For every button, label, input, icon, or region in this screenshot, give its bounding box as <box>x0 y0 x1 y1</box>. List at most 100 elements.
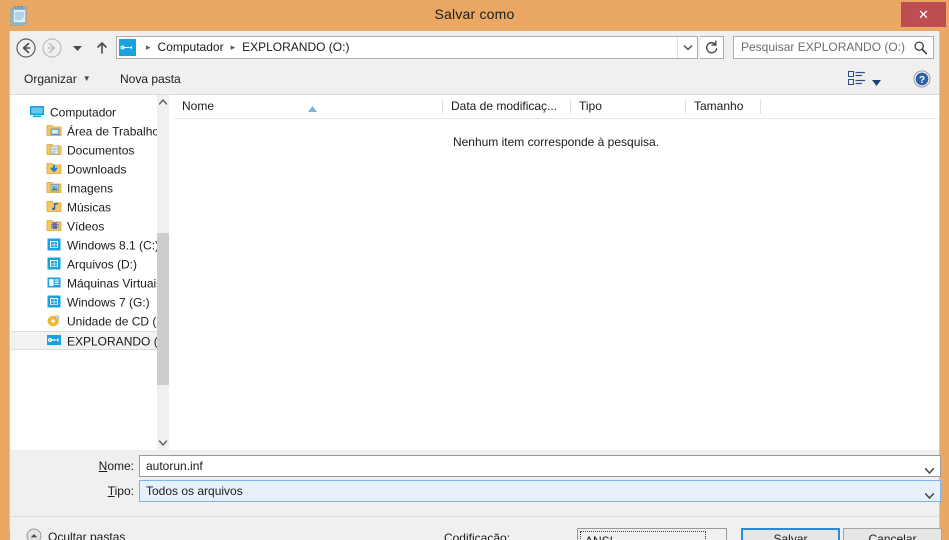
view-options-chevron-down-icon[interactable] <box>872 75 881 86</box>
file-type-value: Todos os arquivos <box>146 484 243 498</box>
scroll-down-icon[interactable] <box>157 436 169 450</box>
navigation-bar: ▸ Computador ▸ EXPLORANDO (O:) Pesquisar EX… <box>10 31 939 64</box>
videos-icon <box>46 217 62 233</box>
navigation-pane-scrollbar[interactable] <box>157 95 169 450</box>
sidebar-item-label: Arquivos (D:) <box>67 257 138 272</box>
drive-icon <box>46 293 62 309</box>
desktop-folder-icon <box>46 122 62 138</box>
window-title: Salvar como <box>434 6 515 22</box>
dialog-button-bar: Ocultar pastas Codificação: ANSI Salvar … <box>10 516 942 540</box>
chevron-down-icon[interactable] <box>711 536 720 540</box>
drive-icon <box>46 236 62 252</box>
documents-icon <box>46 141 62 157</box>
encoding-select[interactable]: ANSI <box>577 528 727 540</box>
cancel-button[interactable]: Cancelar <box>843 528 942 540</box>
list-view-icon[interactable] <box>848 71 866 87</box>
refresh-button[interactable] <box>700 36 724 59</box>
column-divider[interactable] <box>760 99 761 114</box>
breadcrumb-item-computador[interactable]: Computador <box>156 40 226 54</box>
sidebar-item-documentos[interactable]: Documentos <box>11 141 159 160</box>
sidebar-item-windows-81-c[interactable]: Windows 8.1 (C:) <box>11 236 159 255</box>
forward-icon <box>41 37 63 59</box>
sort-ascending-icon <box>308 97 317 112</box>
column-header-label: Data de modificaç... <box>451 99 558 113</box>
file-type-select[interactable]: Todos os arquivos <box>139 480 941 502</box>
back-icon[interactable] <box>15 37 37 59</box>
drive-icon <box>46 255 62 271</box>
file-name-input[interactable]: autorun.inf <box>139 455 941 477</box>
sidebar-item-windows-7-g[interactable]: Windows 7 (G:) <box>11 293 159 312</box>
sidebar-item-label: Músicas <box>67 200 112 215</box>
sidebar-item-imagens[interactable]: Imagens <box>11 179 159 198</box>
sidebar-item-computador[interactable]: Computador <box>11 103 159 122</box>
address-dropdown-icon[interactable] <box>677 37 697 58</box>
breadcrumb-item-explorando[interactable]: EXPLORANDO (O:) <box>240 40 351 54</box>
sidebar-item-label: Unidade de CD (H <box>67 314 166 329</box>
search-input[interactable]: Pesquisar EXPLORANDO (O:) <box>741 37 905 58</box>
main-browse-area: Computador Área de Trabalho Documentos D… <box>10 94 939 450</box>
sidebar-item-explorando-o[interactable]: EXPLORANDO (O <box>11 331 167 350</box>
file-list-pane: Nome Data de modificaç... Tipo Tamanho N… <box>174 95 938 450</box>
encoding-label: Codificação: <box>443 531 510 540</box>
music-icon <box>46 198 62 214</box>
sidebar-item-unidade-de-cd[interactable]: Unidade de CD (H <box>11 312 165 331</box>
scrollbar-thumb[interactable] <box>157 233 169 385</box>
sidebar-item-videos[interactable]: Vídeos <box>11 217 159 236</box>
pictures-icon <box>46 179 62 195</box>
sidebar-item-arquivos-d[interactable]: Arquivos (D:) <box>11 255 159 274</box>
column-header-label: Tipo <box>579 99 602 113</box>
help-icon[interactable]: ? <box>913 70 931 88</box>
empty-list-message: Nenhum item corresponde à pesquisa. <box>452 135 660 149</box>
close-button[interactable]: ✕ <box>901 2 946 27</box>
sidebar-item-label: Documentos <box>67 143 135 158</box>
chevron-down-icon[interactable] <box>924 463 935 474</box>
column-header-label: Nome <box>182 99 215 113</box>
drive-icon <box>46 274 62 290</box>
breadcrumb: ▸ Computador ▸ EXPLORANDO (O:) <box>141 37 351 58</box>
column-header-nome[interactable]: Nome <box>174 95 442 118</box>
svg-text:?: ? <box>919 75 925 86</box>
dialog-client-area: ▸ Computador ▸ EXPLORANDO (O:) Pesquisar EX… <box>9 31 942 540</box>
usb-drive-icon <box>119 39 136 56</box>
column-header-tipo[interactable]: Tipo <box>571 95 685 118</box>
title-bar: Salvar como ✕ <box>0 0 949 31</box>
search-box[interactable]: Pesquisar EXPLORANDO (O:) <box>733 36 934 59</box>
folder-tree: Computador Área de Trabalho Documentos D… <box>11 103 167 350</box>
organize-button[interactable]: Organizar ▼ <box>24 69 91 89</box>
sidebar-item-label: Imagens <box>67 181 114 196</box>
cd-drive-icon <box>46 312 62 328</box>
encoding-focus-outline: ANSI <box>580 531 706 540</box>
file-type-label: Tipo: <box>107 484 134 498</box>
usb-drive-icon <box>46 332 62 348</box>
breadcrumb-separator-0: ▸ <box>146 42 151 52</box>
chevron-up-circle-icon <box>26 528 42 540</box>
scroll-up-icon[interactable] <box>157 95 169 109</box>
computer-icon <box>29 103 45 119</box>
search-icon[interactable] <box>913 40 928 55</box>
breadcrumb-separator-1: ▸ <box>230 42 236 52</box>
hide-folders-button[interactable]: Ocultar pastas <box>26 527 125 540</box>
up-one-level-icon[interactable] <box>92 37 112 59</box>
new-folder-button[interactable]: Nova pasta <box>120 69 181 89</box>
address-bar[interactable]: ▸ Computador ▸ EXPLORANDO (O:) <box>116 36 698 59</box>
sidebar-item-label: Windows 8.1 (C:) <box>67 238 160 253</box>
command-bar: Organizar ▼ Nova pasta ? <box>10 64 939 94</box>
chevron-down-icon: ▼ <box>82 74 91 83</box>
sidebar-item-label: Área de Trabalho <box>67 124 160 139</box>
sidebar-item-area-de-trabalho[interactable]: Área de Trabalho <box>11 122 159 141</box>
sidebar-item-label: Computador <box>50 105 117 120</box>
hide-folders-label: Ocultar pastas <box>48 530 126 540</box>
save-as-dialog: Salvar como ✕ ▸ Computador ▸ EXPLORANDO … <box>0 0 949 540</box>
recent-locations-icon[interactable] <box>69 37 86 59</box>
organize-label: Organizar <box>24 72 77 86</box>
sidebar-item-label: Vídeos <box>67 219 105 234</box>
sidebar-item-maquinas-virtuais[interactable]: Máquinas Virtuais <box>11 274 162 293</box>
chevron-down-icon[interactable] <box>924 488 935 499</box>
downloads-icon <box>46 160 62 176</box>
column-header-data-de-modificacao[interactable]: Data de modificaç... <box>443 95 570 118</box>
column-header-tamanho[interactable]: Tamanho <box>686 95 760 118</box>
sidebar-item-musicas[interactable]: Músicas <box>11 198 159 217</box>
column-header-label: Tamanho <box>694 99 744 113</box>
save-button[interactable]: Salvar <box>741 528 840 540</box>
sidebar-item-downloads[interactable]: Downloads <box>11 160 159 179</box>
